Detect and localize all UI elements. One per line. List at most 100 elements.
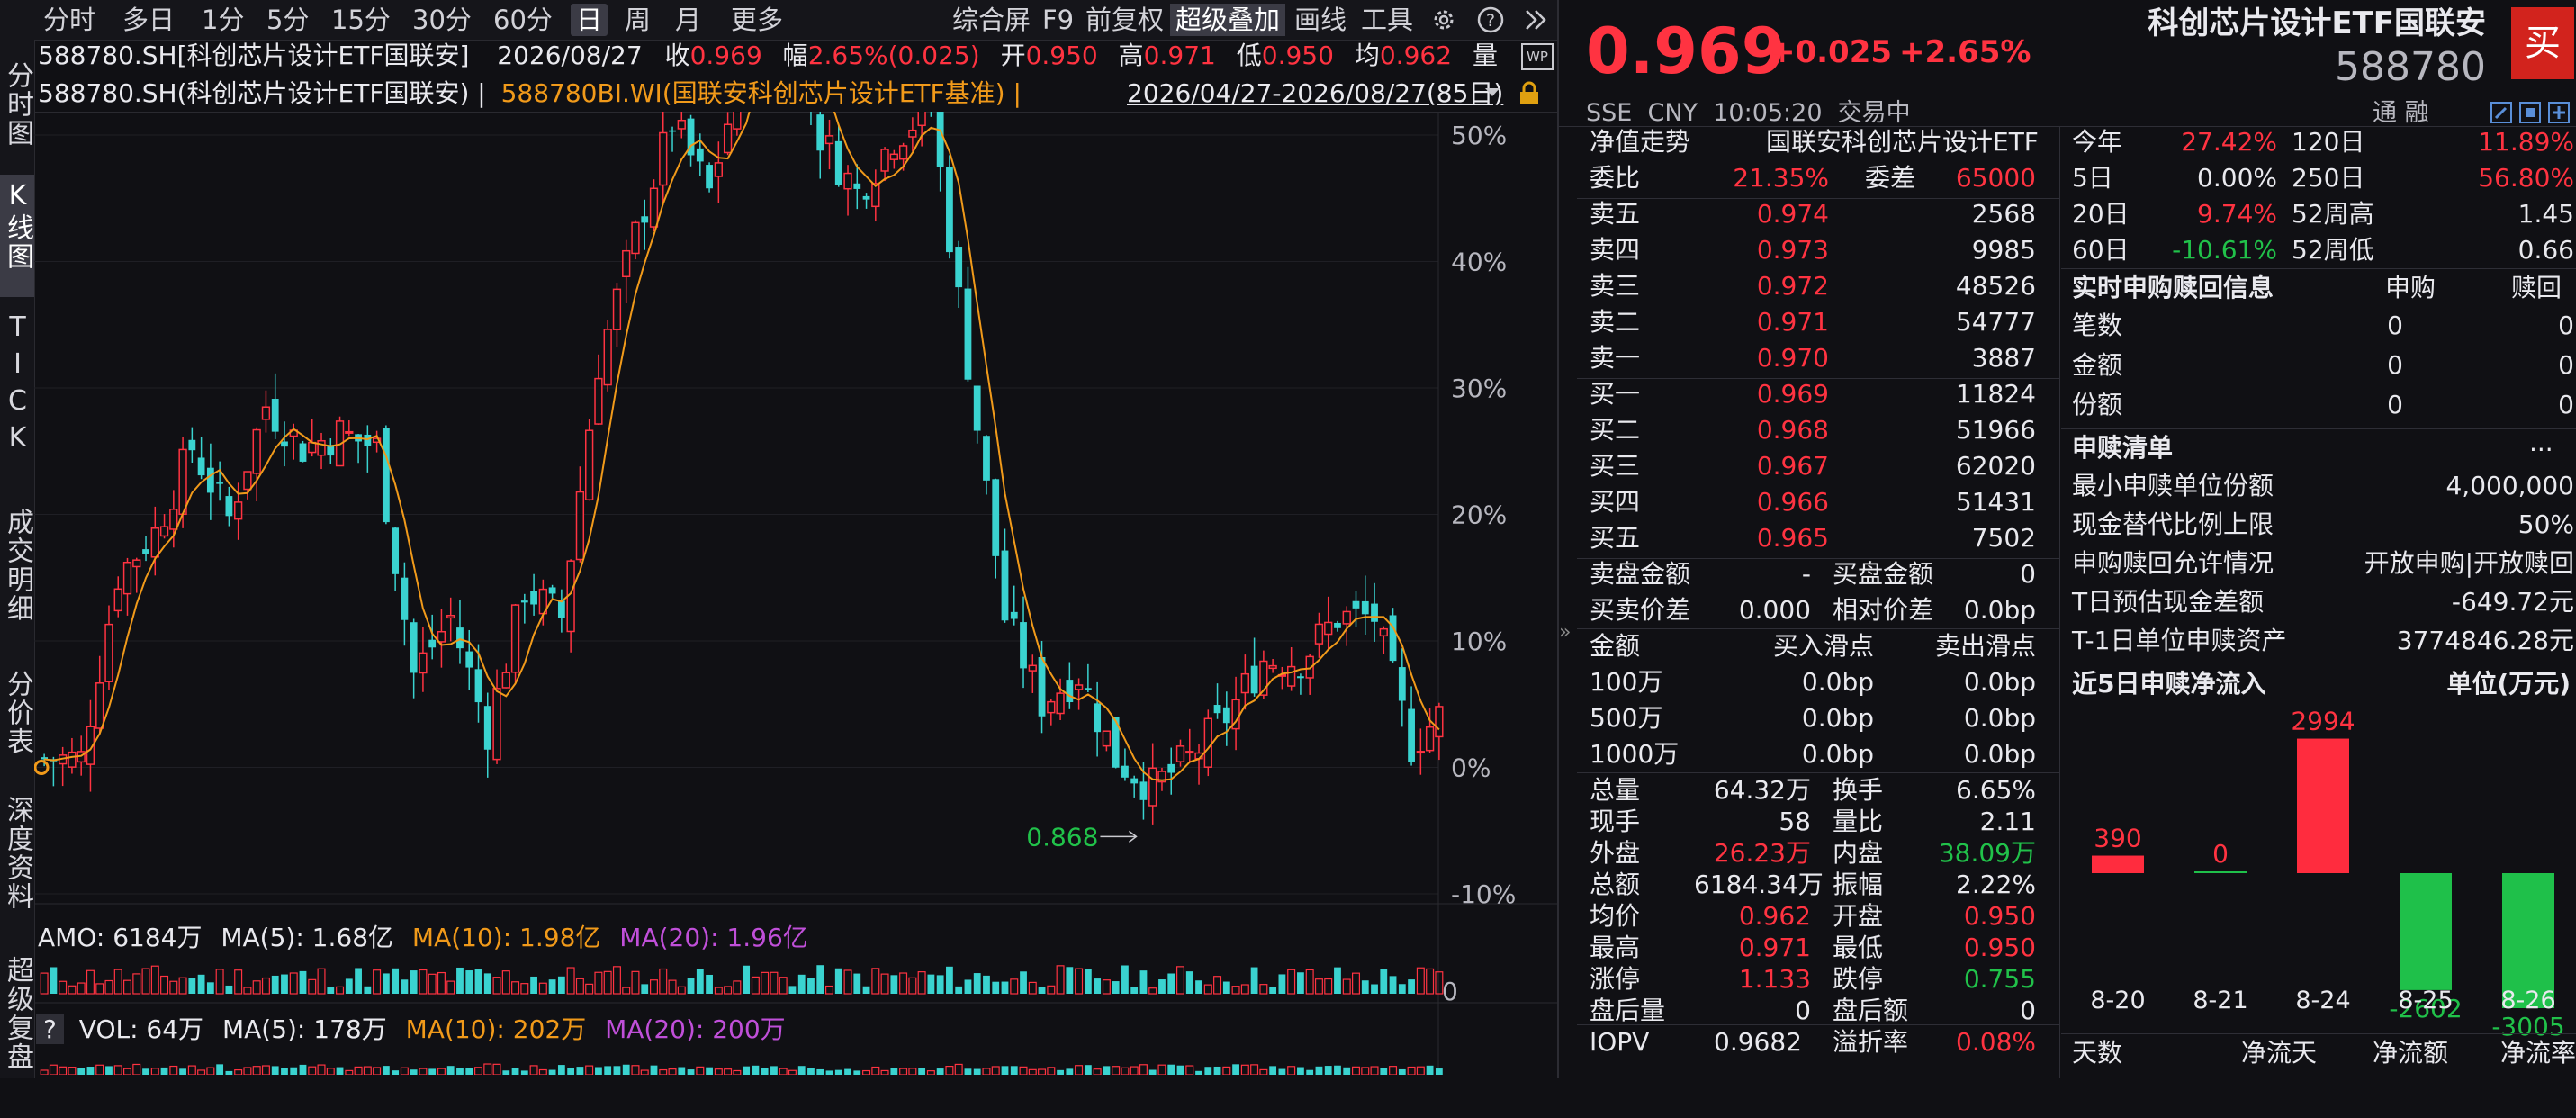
- tab-tick[interactable]: TICK: [0, 306, 34, 482]
- tab-more[interactable]: 更多: [725, 4, 788, 36]
- slip-sell: 0.0bp: [1963, 739, 2036, 769]
- question-icon[interactable]: ?: [1476, 5, 1505, 38]
- amo-bar: [917, 971, 926, 995]
- tools-button[interactable]: 工具: [1356, 4, 1419, 36]
- vol-bar: [631, 1065, 640, 1075]
- amo-bar: [983, 975, 990, 994]
- amo-bar: [1094, 978, 1102, 994]
- amo-bar: [243, 987, 252, 995]
- vol-bar: [252, 1066, 261, 1075]
- f9-button[interactable]: F9: [1037, 4, 1079, 36]
- add-icon[interactable]: [2547, 101, 2571, 128]
- gear-icon[interactable]: [1429, 5, 1458, 38]
- vol-bar: [1334, 1065, 1341, 1075]
- candle-body: [1028, 664, 1037, 672]
- tab-depth-info[interactable]: 深度资料: [0, 796, 34, 958]
- amo-bar: [104, 979, 113, 995]
- panel-toggle-icon[interactable]: »: [1559, 621, 1572, 666]
- tab-super-review[interactable]: 超级复盘: [0, 956, 34, 1118]
- stat-value: 38.09万: [1938, 838, 2036, 868]
- tab-daily[interactable]: 日: [571, 4, 608, 36]
- amo-bar: [50, 967, 58, 994]
- vol-bar: [1204, 1067, 1212, 1075]
- dropdown-arrow-icon[interactable]: [1483, 83, 1501, 104]
- vol-bar: [714, 1068, 723, 1075]
- tab-5min[interactable]: 5分: [261, 4, 314, 36]
- amo-bar: [336, 986, 345, 995]
- amo-bar: [364, 986, 372, 994]
- candle-body: [188, 439, 196, 451]
- draw-line-button[interactable]: 画线: [1289, 4, 1352, 36]
- perf-label: 52周高: [2292, 199, 2374, 229]
- ask-price: 0.974: [1756, 199, 1829, 229]
- candle-body: [1371, 603, 1378, 622]
- amo-bar: [197, 974, 205, 994]
- vol-bar: [373, 1067, 382, 1075]
- amo-bar: [1351, 972, 1360, 995]
- tab-15min[interactable]: 15分: [326, 4, 396, 36]
- amo-bar: [1269, 987, 1277, 994]
- amo-bar: [77, 982, 86, 995]
- amo-bar: [492, 977, 501, 995]
- tab-1min[interactable]: 1分: [196, 4, 249, 36]
- amo-bar: [751, 976, 760, 995]
- tab-60min[interactable]: 60分: [488, 4, 558, 36]
- tab-intraday[interactable]: 分时: [38, 4, 101, 36]
- candle-body: [169, 509, 178, 530]
- amo-bar: [317, 968, 326, 995]
- vol-bar: [797, 1066, 806, 1075]
- amo-bar: [612, 966, 621, 995]
- edit-icon[interactable]: [2490, 101, 2513, 128]
- stat-value: 0.962: [1738, 901, 1811, 931]
- nav-label[interactable]: 净值走势: [1590, 126, 1690, 158]
- candle-body: [122, 561, 132, 595]
- amo-bar: [964, 979, 972, 994]
- vol-bar: [150, 1068, 159, 1075]
- candle-body: [261, 406, 271, 420]
- tab-monthly[interactable]: 月: [670, 4, 707, 36]
- tab-price-table[interactable]: 分价表: [0, 670, 34, 787]
- candle-body: [410, 622, 418, 673]
- vol-question-button[interactable]: ?: [36, 1014, 64, 1044]
- subscription-value: 0: [2387, 311, 2403, 340]
- y-axis-label: 50%: [1451, 121, 1507, 150]
- amo-bar: [1175, 966, 1184, 995]
- tab-weekly[interactable]: 周: [619, 4, 656, 36]
- window-icon[interactable]: [2518, 101, 2542, 128]
- overlay-benchmark[interactable]: 588780BI.WI(国联安科创芯片设计ETF基准) |: [501, 78, 1022, 108]
- candle-body: [585, 429, 594, 500]
- ask-label: 卖三: [1590, 271, 1641, 301]
- candle-body: [1324, 621, 1333, 636]
- wp-badge-icon[interactable]: WP: [1521, 43, 1554, 70]
- vol-bar: [1047, 1067, 1056, 1075]
- slip-amount: 1000万: [1590, 739, 1680, 769]
- vol-bar: [68, 1067, 77, 1075]
- vol-bar: [991, 1066, 1000, 1075]
- composite-screen-button[interactable]: 综合屏: [947, 4, 1036, 36]
- tab-multi-day[interactable]: 多日: [117, 4, 180, 36]
- tab-kline[interactable]: K线图: [0, 175, 34, 297]
- lock-icon[interactable]: [1518, 81, 1541, 110]
- list-more-button[interactable]: ...: [2529, 427, 2553, 459]
- amo-bar: [122, 979, 131, 995]
- amo-bar: [428, 973, 437, 995]
- amo-bar: [1398, 984, 1406, 994]
- super-overlay-button[interactable]: 超级叠加: [1170, 4, 1286, 36]
- candle-body: [382, 428, 390, 523]
- amo-bar: [603, 970, 612, 995]
- tab-time-chart[interactable]: 分时图: [0, 56, 34, 178]
- vol-bar: [1269, 1066, 1277, 1075]
- buy-button[interactable]: 买: [2511, 7, 2574, 79]
- double-chevron-right-icon[interactable]: [1521, 5, 1550, 38]
- forward-adjust-button[interactable]: 前复权: [1080, 4, 1169, 36]
- tab-trade-detail[interactable]: 成交明细: [0, 472, 34, 688]
- flow-date-label: 8-26: [2500, 987, 2555, 1014]
- vol-bar: [1157, 1064, 1166, 1075]
- overlay-range[interactable]: 2026/04/27-2026/08/27(85日): [1127, 77, 1503, 110]
- amo-bar: [410, 970, 418, 994]
- vol-bar: [1232, 1064, 1239, 1075]
- candle-body: [1361, 600, 1369, 615]
- slip-sell: 0.0bp: [1963, 703, 2036, 733]
- vol-bar: [1426, 1065, 1434, 1075]
- tab-30min[interactable]: 30分: [407, 4, 477, 36]
